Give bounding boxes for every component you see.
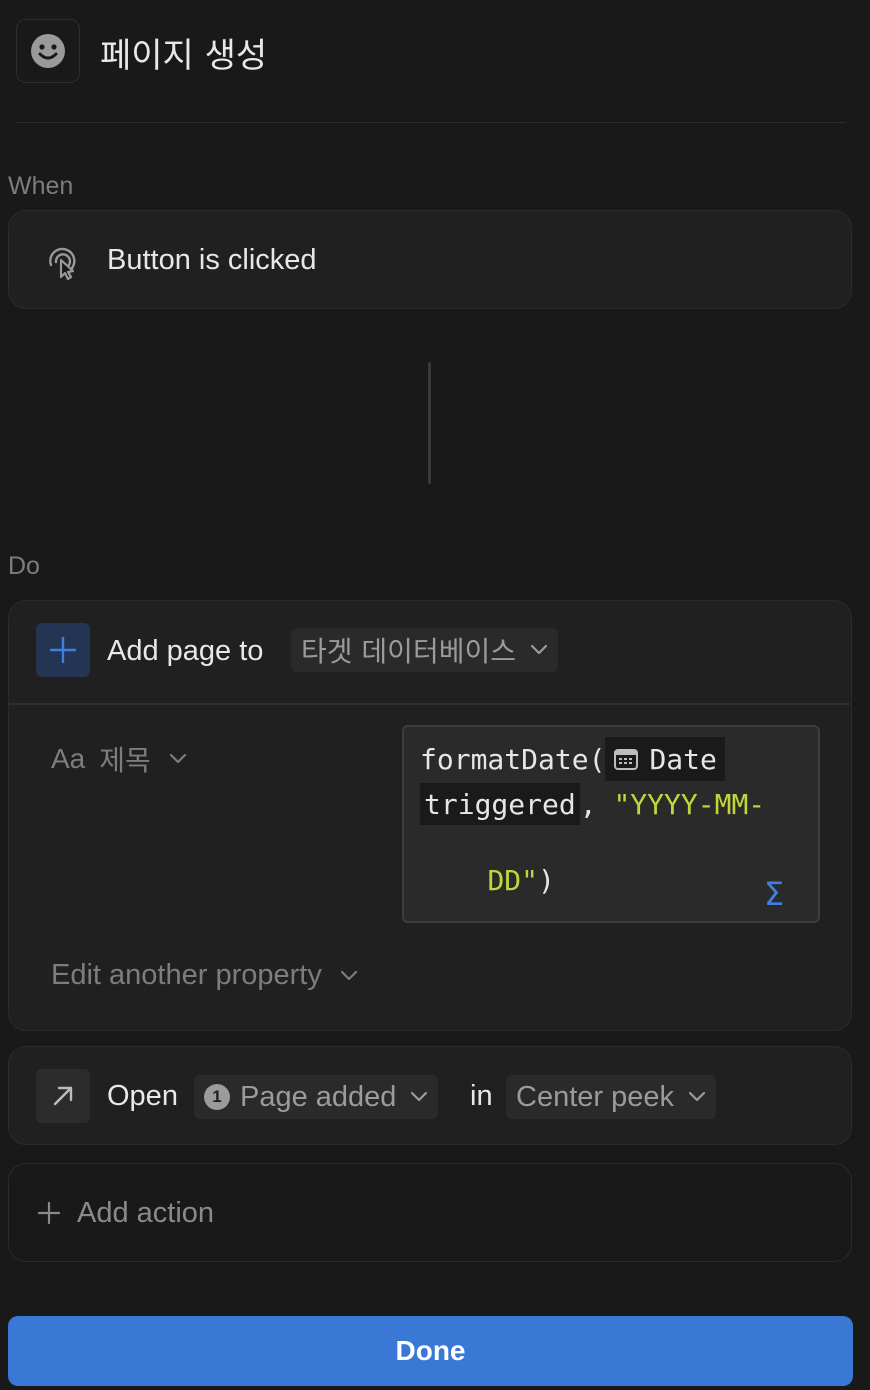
page-added-text: Page added <box>240 1080 397 1113</box>
chip-text: Date <box>649 742 717 776</box>
formula-function: formatDate( <box>420 742 606 776</box>
formula-string-part1: "YYYY-MM- <box>613 787 766 821</box>
open-icon-button[interactable] <box>36 1069 90 1123</box>
date-triggered-chip-continued: triggered <box>420 783 580 825</box>
step-number-badge: 1 <box>204 1084 230 1110</box>
card-divider <box>9 703 850 705</box>
open-mode-select[interactable]: Center peek <box>506 1075 716 1119</box>
database-name: 타겟 데이터베이스 <box>301 635 516 668</box>
formula-editor[interactable]: formatDate( Date triggered , "YYYY-MM- D… <box>402 725 820 923</box>
open-action-card: Open 1 Page added in Center peek <box>8 1046 852 1145</box>
header-divider <box>16 122 846 123</box>
open-label: Open <box>107 1080 178 1112</box>
page-title[interactable]: 페이지 생성 <box>100 28 267 77</box>
edit-another-property-button[interactable]: Edit another property <box>51 959 358 992</box>
sigma-icon[interactable]: Σ <box>764 875 784 913</box>
page-icon-button[interactable] <box>16 19 80 83</box>
trigger-card[interactable]: Button is clicked <box>8 210 852 309</box>
trigger-text: Button is clicked <box>107 244 317 276</box>
chevron-down-icon <box>688 1091 706 1103</box>
formula-close-paren: ) <box>538 864 555 897</box>
connector-line <box>428 362 431 484</box>
chevron-down-icon <box>169 753 187 765</box>
add-action-button[interactable]: Add action <box>8 1163 852 1262</box>
done-button[interactable]: Done <box>8 1316 853 1386</box>
page-added-select[interactable]: 1 Page added <box>194 1075 439 1119</box>
add-action-label: Add action <box>77 1197 215 1229</box>
plus-icon <box>37 1201 61 1225</box>
chevron-down-icon <box>340 970 358 982</box>
plus-icon <box>49 636 77 664</box>
property-select[interactable]: Aa 제목 <box>51 739 187 779</box>
formula-string-part2: DD" <box>487 864 539 897</box>
cursor-click-icon <box>49 247 76 281</box>
arrow-up-right-icon <box>53 1086 73 1106</box>
formula-comma: , <box>579 787 614 821</box>
in-label: in <box>470 1080 493 1112</box>
calendar-icon <box>614 749 639 770</box>
add-page-label: Add page to <box>107 635 264 667</box>
date-triggered-chip[interactable]: Date <box>605 737 725 781</box>
add-page-icon-button[interactable] <box>36 623 90 677</box>
open-mode-text: Center peek <box>516 1080 674 1113</box>
database-select[interactable]: 타겟 데이터베이스 <box>291 628 558 672</box>
chevron-down-icon <box>410 1091 428 1103</box>
edit-another-label: Edit another property <box>51 959 322 991</box>
chevron-down-icon <box>530 644 548 656</box>
text-type-icon: Aa <box>51 743 86 774</box>
property-name: 제목 <box>99 744 151 777</box>
do-label: Do <box>8 552 40 580</box>
when-label: When <box>8 172 74 200</box>
smiley-icon <box>31 34 65 68</box>
